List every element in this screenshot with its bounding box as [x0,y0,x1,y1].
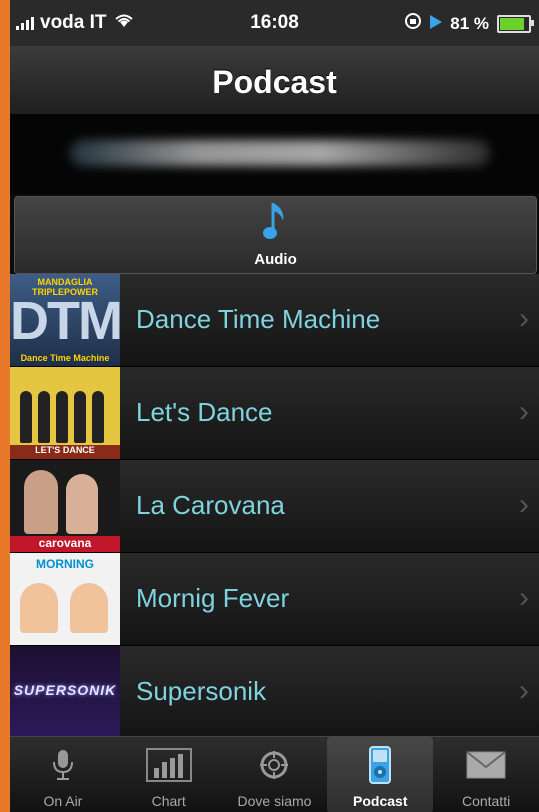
thumbnail-caption: MORNING [36,557,94,571]
tab-on-air[interactable]: On Air [10,737,116,812]
bar-chart-icon [116,745,222,785]
navigation-bar: Podcast [10,46,539,115]
list-item[interactable]: LET'S DANCE Let's Dance › [10,367,539,460]
ad-banner[interactable] [10,114,539,194]
list-item[interactable]: SUPERSONIK Supersonik › [10,646,539,739]
podcast-title: La Carovana [136,490,285,520]
tab-bar: On Air Chart Dove siamo Podcast Contatti [10,736,539,812]
thumbnail-caption: SUPERSONIK [13,682,117,698]
audio-segment-button[interactable]: Audio [14,196,537,274]
tab-chart[interactable]: Chart [116,737,222,812]
tab-label: Podcast [353,793,408,809]
ipod-icon [327,745,433,785]
podcast-title: Dance Time Machine [136,304,381,334]
tab-dove-siamo[interactable]: Dove siamo [222,737,328,812]
podcast-title: Supersonik [136,676,267,706]
podcast-title: Mornig Fever [136,583,290,613]
tab-label: Contatti [461,793,511,809]
thumbnail-caption: LET'S DANCE [10,445,120,459]
status-right-group: 81 % [404,12,534,35]
chevron-right-icon: › [519,674,529,707]
tab-contatti[interactable]: Contatti [433,737,539,812]
list-item[interactable]: MORNING Mornig Fever › [10,553,539,646]
status-bar: voda IT 16:08 81 % [10,0,539,46]
thumbnail-caption: carovana [10,536,120,552]
podcast-list: MANDAGLIA TRIPLEPOWER DTM Dance Time Mac… [10,274,539,739]
podcast-thumbnail: MORNING [10,553,120,645]
rotation-lock-icon [404,12,422,35]
podcast-title: Let's Dance [136,397,273,427]
podcast-thumbnail: carovana [10,460,120,552]
thumbnail-title: DTM [10,291,120,351]
banner-image [70,140,490,166]
chevron-right-icon: › [519,395,529,428]
podcast-thumbnail: LET'S DANCE [10,367,120,459]
app-screen: voda IT 16:08 81 % Podcast Audio MANDAGL… [10,0,539,812]
tab-label: Chart [151,793,186,809]
tab-podcast[interactable]: Podcast [327,737,434,812]
battery-percent: 81 % [450,13,489,33]
podcast-thumbnail: SUPERSONIK [10,646,120,738]
chevron-right-icon: › [519,581,529,614]
crosshair-icon [222,745,328,785]
tab-label: On Air [43,793,83,809]
tab-label: Dove siamo [237,793,312,809]
chevron-right-icon: › [519,488,529,521]
envelope-icon [433,745,539,785]
music-note-icon [15,201,536,253]
podcast-thumbnail: MANDAGLIA TRIPLEPOWER DTM Dance Time Mac… [10,274,120,366]
list-item[interactable]: MANDAGLIA TRIPLEPOWER DTM Dance Time Mac… [10,274,539,367]
page-title: Podcast [212,64,337,100]
battery-icon [497,14,534,33]
microphone-icon [10,745,116,785]
list-item[interactable]: carovana La Carovana › [10,460,539,553]
chevron-right-icon: › [519,302,529,335]
segment-label: Audio [254,251,297,268]
thumbnail-subtitle: Dance Time Machine [20,353,110,363]
play-icon [430,14,443,34]
